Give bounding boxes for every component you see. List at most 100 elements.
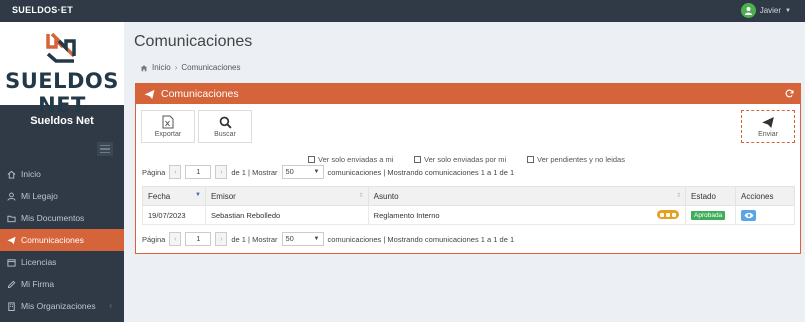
column-emisor[interactable]: Emisor ⇕ [204, 186, 369, 206]
send-label: Enviar [758, 130, 778, 138]
logo-area: SUELDOS NET [0, 22, 124, 117]
paper-plane-icon [6, 235, 16, 245]
brand-label: SUELDOS·ET [12, 5, 74, 15]
panel-header: Comunicaciones [136, 84, 800, 104]
sidebar-title: Sueldos Net [30, 115, 94, 127]
sidebar-item-label: Comunicaciones [21, 235, 84, 245]
asunto-text: Reglamento Interno [373, 210, 440, 220]
cell-acciones [735, 205, 795, 225]
breadcrumb-home[interactable]: Inicio [152, 63, 171, 72]
export-button[interactable]: Exportar [141, 110, 195, 143]
excel-file-icon [162, 115, 174, 129]
status-badge: Aprobada [691, 211, 726, 220]
sidebar-item-label: Mis Organizaciones [21, 301, 96, 311]
communications-panel: Comunicaciones Exportar Buscar Enviar Ve… [135, 83, 801, 254]
menu-toggle-icon[interactable] [97, 142, 113, 156]
sidebar-item-comunicaciones[interactable]: Comunicaciones [0, 229, 124, 251]
sidebar-menu: Inicio Mi Legajo Mis Documentos Comunica… [0, 163, 124, 317]
avatar-icon [740, 3, 756, 18]
pager-summary: comunicaciones | Mostrando comunicacione… [327, 234, 515, 244]
sidebar-item-label: Licencias [21, 257, 57, 267]
sidebar-item-label: Mi Firma [21, 279, 55, 289]
page-size-value: 50 [285, 167, 294, 176]
home-icon [6, 169, 16, 179]
user-icon [6, 191, 16, 201]
search-button[interactable]: Buscar [198, 110, 252, 143]
pager-top: Página ‹ 1 › de 1 | Mostrar 50 ▼ comunica… [142, 165, 514, 179]
sidebar-item-inicio[interactable]: Inicio [0, 163, 124, 185]
panel-title: Comunicaciones [161, 88, 239, 100]
checkbox[interactable] [308, 156, 315, 163]
user-name: Javier [759, 6, 782, 15]
logo-icon [46, 32, 76, 63]
logo-text: SUELDOS NET [5, 69, 119, 117]
page-size-select[interactable]: 50 ▼ [281, 165, 324, 179]
column-asunto[interactable]: Asunto ⇕ [367, 186, 687, 206]
chevron-left-icon: ‹ [109, 301, 112, 310]
page-number-input[interactable]: 1 [185, 165, 212, 179]
chevron-down-icon: ▼ [785, 7, 791, 14]
sidebar-item-licencias[interactable]: Licencias [0, 251, 124, 273]
page-size-value: 50 [285, 234, 294, 243]
pager-summary: comunicaciones | Mostrando comunicacione… [327, 167, 515, 177]
page-title: Comunicaciones [134, 33, 253, 50]
column-label: Emisor [210, 191, 236, 201]
eye-icon [744, 212, 754, 218]
checkbox[interactable] [414, 156, 421, 163]
pen-icon [6, 279, 16, 289]
column-fecha[interactable]: Fecha ▼ [142, 186, 206, 206]
page-number-input[interactable]: 1 [185, 232, 212, 246]
chevron-down-icon: ▼ [313, 236, 320, 242]
column-estado[interactable]: Estado [685, 186, 737, 206]
cell-asunto: Reglamento Interno [367, 205, 687, 225]
next-page-button[interactable]: › [215, 165, 228, 179]
pager-bottom: Página ‹ 1 › de 1 | Mostrar 50 ▼ comunica… [142, 232, 514, 246]
filter-sent-to-me[interactable]: Ver solo enviadas a mi [308, 155, 393, 164]
page-label: Página [142, 234, 166, 244]
breadcrumb-current: Comunicaciones [181, 63, 241, 72]
home-icon [140, 64, 148, 71]
filter-pending[interactable]: Ver pendientes y no leidas [527, 155, 625, 164]
page-label: Página [142, 167, 166, 177]
filter-label: Ver solo enviadas por mi [424, 155, 507, 164]
sidebar-item-mi-firma[interactable]: Mi Firma [0, 273, 124, 295]
chevron-right-icon: › [174, 63, 178, 72]
export-label: Exportar [154, 131, 182, 138]
communications-table: Fecha ▼ Emisor ⇕ Asunto ⇕ Estado Acciones 1… [142, 186, 795, 225]
prev-page-button[interactable]: ‹ [169, 165, 182, 179]
paper-plane-icon [762, 116, 774, 128]
sidebar-item-mi-legajo[interactable]: Mi Legajo [0, 185, 124, 207]
sidebar-item-label: Inicio [21, 169, 41, 179]
status-indicators-icon [657, 210, 680, 219]
cell-emisor: Sebastian Rebolledo [204, 205, 369, 225]
sort-icon: ⇕ [358, 193, 364, 199]
cell-fecha: 19/07/2023 [142, 205, 206, 225]
paper-plane-icon [144, 89, 155, 100]
building-icon [6, 301, 16, 311]
page-size-select[interactable]: 50 ▼ [281, 232, 324, 246]
prev-page-button[interactable]: ‹ [169, 232, 182, 246]
sidebar-item-label: Mi Legajo [21, 191, 58, 201]
view-button[interactable] [741, 209, 757, 221]
table-header-row: Fecha ▼ Emisor ⇕ Asunto ⇕ Estado Acciones [142, 186, 795, 206]
sidebar-item-label: Mis Documentos [21, 213, 85, 223]
page-of-label: de 1 | Mostrar [231, 234, 278, 244]
search-label: Buscar [214, 130, 236, 138]
column-label: Estado [691, 191, 716, 201]
filter-sent-by-me[interactable]: Ver solo enviadas por mi [414, 155, 506, 164]
sidebar-item-mis-organizaciones[interactable]: Mis Organizaciones ‹ [0, 295, 124, 317]
search-icon [219, 116, 232, 129]
next-page-button[interactable]: › [215, 232, 228, 246]
send-button[interactable]: Enviar [741, 110, 795, 143]
folder-icon [6, 213, 16, 223]
column-label: Asunto [373, 191, 399, 201]
column-acciones: Acciones [735, 186, 795, 206]
user-menu[interactable]: Javier ▼ [740, 3, 791, 18]
checkbox[interactable] [527, 156, 534, 163]
table-row[interactable]: 19/07/2023 Sebastian Rebolledo Reglament… [142, 205, 795, 225]
column-label: Acciones [741, 191, 774, 201]
page-of-label: de 1 | Mostrar [231, 167, 278, 177]
sidebar-item-mis-documentos[interactable]: Mis Documentos [0, 207, 124, 229]
refresh-icon[interactable] [785, 89, 794, 101]
breadcrumb: Inicio › Comunicaciones [140, 63, 241, 72]
